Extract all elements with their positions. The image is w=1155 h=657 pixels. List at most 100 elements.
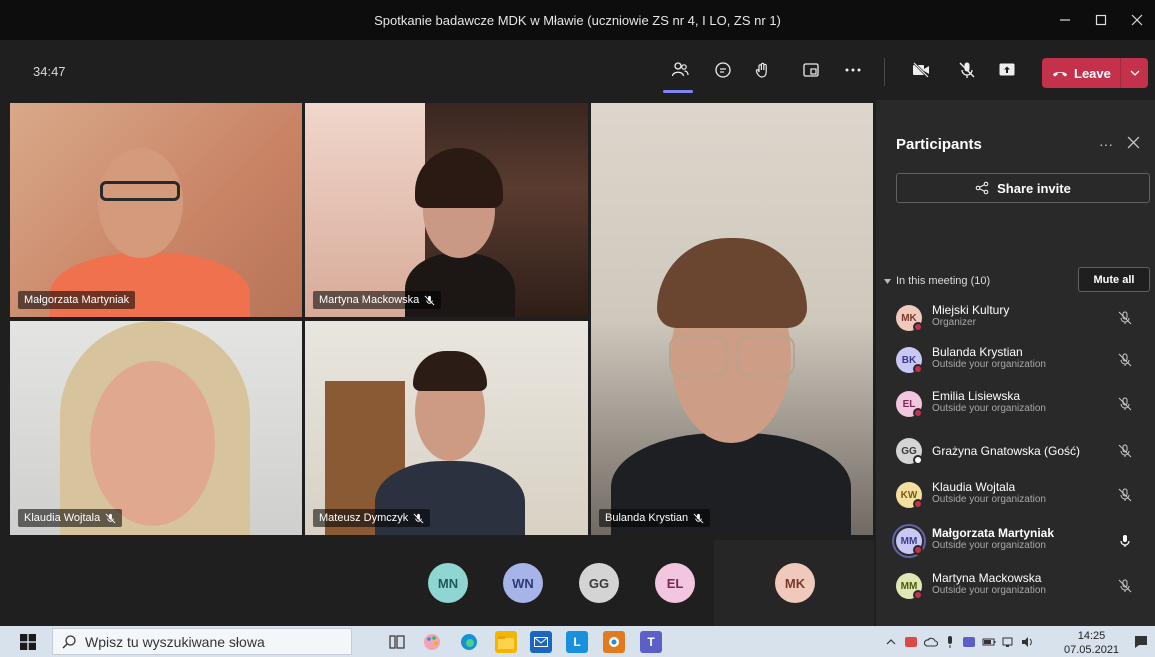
participant-role: Outside your organization: [932, 359, 1046, 370]
people-icon: [671, 62, 689, 77]
panel-more-button[interactable]: ···: [1099, 136, 1113, 152]
leave-options-button[interactable]: [1121, 58, 1148, 88]
phone-hangup-icon: [1053, 72, 1067, 77]
minimize-button[interactable]: [1047, 0, 1083, 40]
participant-avatar[interactable]: MN: [428, 563, 468, 603]
participant-row[interactable]: BK Bulanda Krystian Outside your organiz…: [876, 340, 1155, 380]
search-placeholder: Wpisz tu wyszukiwane słowa: [85, 633, 265, 650]
share-screen-button[interactable]: [991, 54, 1023, 86]
mic-off-icon: [1118, 488, 1132, 502]
participant-row[interactable]: MK Miejski Kultury Organizer: [876, 298, 1155, 338]
mic-off-icon: [1118, 444, 1132, 458]
video-tile[interactable]: Klaudia Wojtala: [10, 321, 302, 535]
tile-name-label: Klaudia Wojtala: [18, 509, 123, 527]
participant-role: Outside your organization: [932, 403, 1046, 414]
mic-off-icon: [1118, 311, 1132, 325]
camera-toggle-button[interactable]: [905, 54, 937, 86]
participant-row[interactable]: MM Martyna Mackowska Outside your organi…: [876, 566, 1155, 606]
media-app-icon[interactable]: [603, 631, 625, 653]
show-participants-button[interactable]: [664, 54, 696, 86]
notifications-icon[interactable]: [1133, 634, 1149, 650]
task-view-icon[interactable]: [388, 633, 406, 651]
participant-row[interactable]: MM Małgorzata Martyniak Outside your org…: [876, 521, 1155, 561]
search-icon: [62, 635, 76, 649]
leave-label: Leave: [1074, 65, 1111, 81]
mic-off-icon: [413, 513, 424, 523]
volume-icon[interactable]: [1021, 635, 1035, 649]
tile-name: Bulanda Krystian: [605, 512, 689, 524]
participant-row[interactable]: GG Grażyna Gnatowska (Gość): [876, 431, 1155, 471]
avatar-initials: BK: [901, 354, 917, 366]
tile-name: Klaudia Wojtala: [24, 512, 101, 524]
video-tile[interactable]: Martyna Mackowska: [305, 103, 588, 317]
mute-all-button[interactable]: Mute all: [1078, 267, 1150, 292]
edge-app-icon[interactable]: [458, 631, 480, 653]
file-explorer-app-icon[interactable]: [495, 631, 517, 653]
status-dot: [913, 455, 923, 465]
tile-name: Mateusz Dymczyk: [319, 512, 409, 524]
chevron-down-icon: [884, 278, 891, 284]
rooms-button[interactable]: [795, 54, 827, 86]
participant-avatar[interactable]: MK: [775, 563, 815, 603]
panel-close-button[interactable]: [1127, 133, 1140, 154]
participant-row[interactable]: EL Emilia Lisiewska Outside your organiz…: [876, 384, 1155, 424]
share-screen-icon: [999, 63, 1015, 76]
close-window-button[interactable]: [1119, 0, 1155, 40]
participant-avatar[interactable]: EL: [655, 563, 695, 603]
participant-role: Outside your organization: [932, 494, 1046, 505]
participant-avatar[interactable]: WN: [503, 563, 543, 603]
more-actions-button[interactable]: [837, 54, 869, 86]
chat-button[interactable]: [707, 54, 739, 86]
meeting-timer: 34:47: [33, 64, 66, 79]
mail-app-icon[interactable]: [530, 631, 552, 653]
mic-off-icon: [1118, 579, 1132, 593]
in-meeting-section-toggle[interactable]: In this meeting (10): [884, 275, 990, 287]
avatar-initials: GG: [588, 575, 610, 591]
mic-tray-icon[interactable]: [943, 635, 957, 649]
tray-app-icon[interactable]: [904, 635, 918, 649]
tile-name: Martyna Mackowska: [319, 294, 420, 306]
clock-date: 07.05.2021: [1064, 644, 1120, 656]
raise-hand-icon: [755, 62, 767, 78]
tile-name-label: Małgorzata Martyniak: [18, 291, 136, 309]
network-icon[interactable]: [1002, 635, 1016, 649]
taskbar-clock[interactable]: 14:25 07.05.2021: [1064, 629, 1119, 657]
mic-off-icon: [959, 62, 975, 78]
leave-meeting-button[interactable]: Leave: [1042, 58, 1148, 88]
breakout-rooms-icon: [803, 63, 819, 77]
participant-row[interactable]: KW Klaudia Wojtala Outside your organiza…: [876, 475, 1155, 515]
l-app-icon[interactable]: L: [566, 631, 588, 653]
chevron-up-icon[interactable]: [884, 635, 898, 649]
panel-title: Participants: [896, 136, 982, 153]
taskbar-search-input[interactable]: Wpisz tu wyszukiwane słowa: [52, 628, 352, 655]
glasses-right: [737, 335, 795, 377]
cloud-icon[interactable]: [924, 635, 938, 649]
video-tile[interactable]: Bulanda Krystian: [591, 103, 873, 535]
teams-app-icon[interactable]: T: [640, 631, 662, 653]
participant-avatar[interactable]: GG: [579, 563, 619, 603]
leave-main[interactable]: Leave: [1042, 58, 1120, 88]
battery-icon[interactable]: [982, 635, 996, 649]
maximize-icon: [1095, 14, 1107, 26]
video-tile[interactable]: Mateusz Dymczyk: [305, 321, 588, 535]
camera-off-icon: [913, 62, 929, 78]
tile-name: Małgorzata Martyniak: [24, 294, 130, 306]
participant-role: Outside your organization: [932, 540, 1046, 551]
avatar-initials: MK: [784, 575, 806, 591]
windows-start-icon[interactable]: [20, 634, 36, 650]
video-tile[interactable]: Małgorzata Martyniak: [10, 103, 302, 317]
share-invite-button[interactable]: Share invite: [896, 173, 1150, 203]
maximize-button[interactable]: [1083, 0, 1119, 40]
teams-tray-icon[interactable]: [962, 635, 976, 649]
window-title: Spotkanie badawcze MDK w Mławie (uczniow…: [374, 12, 781, 28]
mic-off-icon: [105, 513, 116, 523]
status-dot: [913, 322, 923, 332]
hair: [415, 148, 503, 208]
toolbar-divider: [884, 58, 885, 86]
mic-toggle-button[interactable]: [951, 54, 983, 86]
participant-role: Outside your organization: [932, 585, 1046, 596]
reactions-button[interactable]: [747, 54, 779, 86]
avatar-initials: MN: [437, 575, 459, 591]
mic-off-icon: [693, 513, 704, 523]
paint-app-icon[interactable]: [421, 631, 443, 653]
